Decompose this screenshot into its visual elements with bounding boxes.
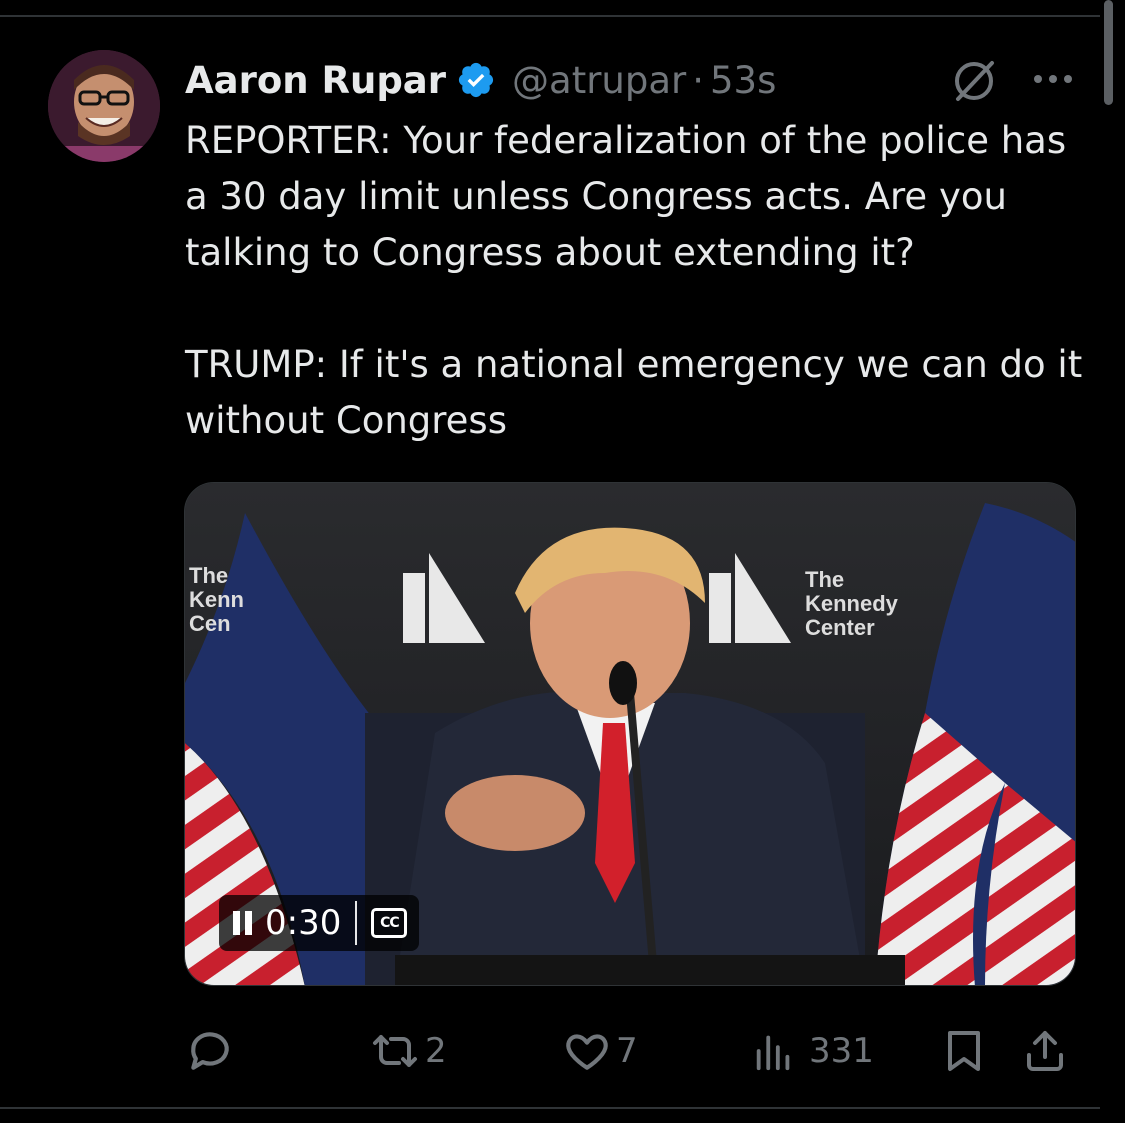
tweet-actions: 2 7 331 <box>185 1020 1075 1082</box>
reply-button[interactable] <box>185 1020 239 1082</box>
tweet-paragraph: TRUMP: If it's a national emergency we c… <box>185 343 1083 442</box>
views-button[interactable]: 331 <box>751 1020 874 1082</box>
retweet-count: 2 <box>425 1031 447 1071</box>
share-icon <box>1027 1031 1063 1071</box>
header-separator: · <box>692 58 705 102</box>
retweet-button[interactable]: 2 <box>369 1020 447 1082</box>
bookmark-icon <box>948 1031 980 1071</box>
bottom-divider <box>0 1107 1100 1109</box>
like-icon <box>566 1034 608 1070</box>
closed-captions-icon[interactable]: CC <box>371 908 408 938</box>
video-player[interactable]: The Kenn Cen The Kennedy Center 0:30 CC <box>184 482 1076 986</box>
views-icon <box>756 1035 790 1071</box>
grok-icon[interactable] <box>948 55 1000 107</box>
tweet-paragraph: REPORTER: Your federalization of the pol… <box>185 119 1067 274</box>
video-elapsed-time: 0:30 <box>265 903 342 943</box>
reply-icon <box>191 1032 229 1070</box>
retweet-icon <box>373 1035 417 1067</box>
more-icon[interactable] <box>1030 62 1076 96</box>
tweet-header: Aaron Rupar @atrupar · 53s <box>185 55 776 105</box>
tweet-timestamp[interactable]: 53s <box>710 59 776 102</box>
verified-badge-icon[interactable] <box>456 60 496 100</box>
pause-icon[interactable] <box>231 909 255 937</box>
avatar[interactable] <box>48 50 160 162</box>
tweet-text: REPORTER: Your federalization of the pol… <box>185 113 1085 449</box>
scrollbar[interactable] <box>1104 0 1113 105</box>
controls-divider <box>355 901 358 945</box>
like-count: 7 <box>616 1031 638 1071</box>
author-handle[interactable]: @atrupar <box>512 59 686 102</box>
like-button[interactable]: 7 <box>562 1020 638 1082</box>
share-button[interactable] <box>1021 1020 1069 1082</box>
author-display-name[interactable]: Aaron Rupar <box>185 59 446 102</box>
video-controls: 0:30 CC <box>219 895 420 951</box>
top-divider <box>0 15 1100 17</box>
bookmark-button[interactable] <box>940 1020 988 1082</box>
avatar-image <box>48 50 160 162</box>
views-count: 331 <box>809 1031 874 1071</box>
